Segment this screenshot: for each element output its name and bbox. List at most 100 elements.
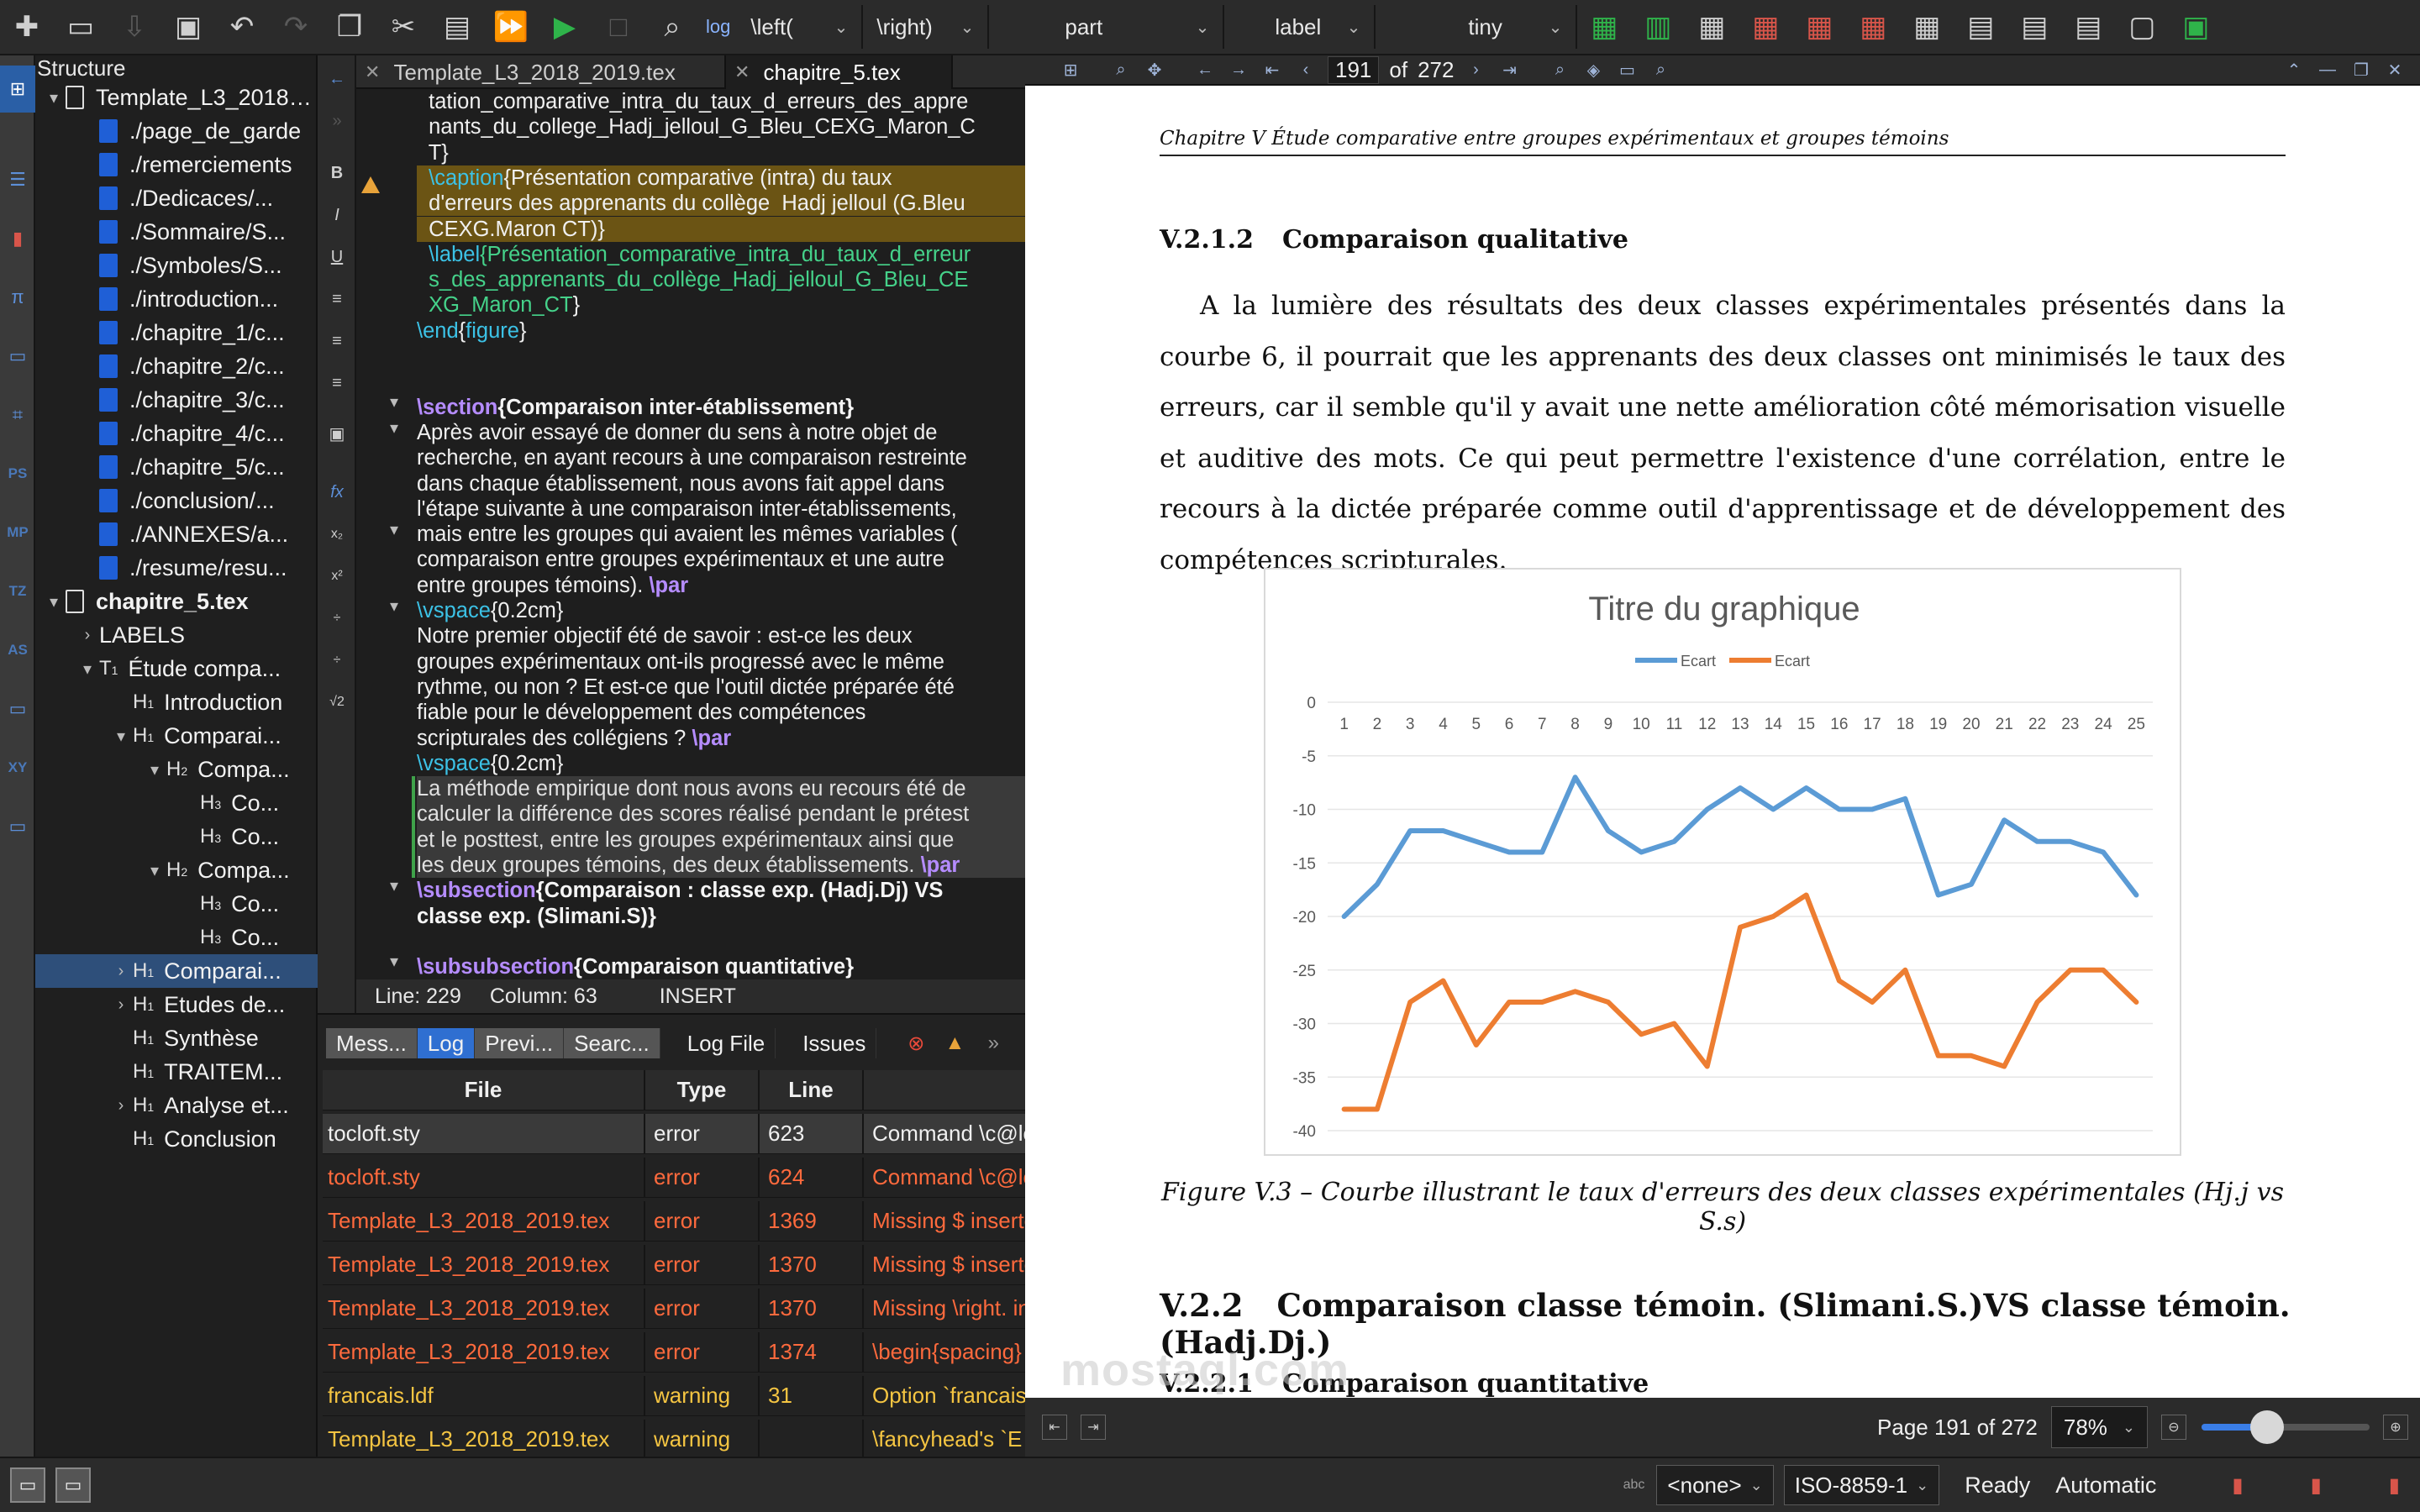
structure-item[interactable]: H1 Introduction	[35, 685, 318, 719]
undo-icon[interactable]: ↶	[220, 5, 264, 49]
code-line[interactable]: \subsubsection{Comparaison quantitative}	[417, 954, 1025, 979]
align-center-icon[interactable]: ≡	[318, 324, 356, 358]
sync-right-icon[interactable]: ⇥	[1081, 1415, 1106, 1440]
compile-icon[interactable]: ▶	[543, 5, 587, 49]
references-select[interactable]: label ⌄	[1224, 5, 1376, 49]
structure-item[interactable]: › H1 Etudes de...	[35, 988, 318, 1021]
code-line[interactable]: rythme, ou non ? Et est-ce que l'outil d…	[417, 675, 1025, 700]
new-file-icon[interactable]: ✚	[5, 5, 49, 49]
log-row[interactable]: tocloft.sty error 623 Command \c@lo	[323, 1114, 1025, 1154]
code-line[interactable]: d'erreurs des apprenants du collège Hadj…	[417, 191, 1025, 217]
fold-arrow-icon[interactable]: ▾	[390, 417, 398, 438]
zoom-in-icon[interactable]: ⌕	[1543, 60, 1576, 80]
code-line[interactable]: s_des_apprenants_du_collège_Hadj_jelloul…	[417, 267, 1025, 292]
zoom-slider[interactable]	[2202, 1410, 2370, 1444]
sync-left-icon[interactable]: ⇤	[1042, 1415, 1067, 1440]
code-line[interactable]: groupes expérimentaux ont-ils progressé …	[417, 649, 1025, 675]
dictionary-select[interactable]: <none> ⌄	[1656, 1465, 1774, 1505]
code-line[interactable]: entre groupes témoins). \par	[417, 573, 1025, 598]
pstricks-panel[interactable]: PS	[0, 450, 35, 497]
table-align-icon[interactable]: ▦	[1905, 5, 1949, 49]
xy-panel[interactable]: XY	[0, 744, 35, 791]
view-pdf-icon[interactable]: ⌕	[650, 5, 694, 49]
zoom-in-icon[interactable]: ⊕	[2383, 1415, 2408, 1440]
code-line[interactable]: Notre premier objectif été de savoir : e…	[417, 623, 1025, 648]
tab-search[interactable]: Searc...	[564, 1028, 660, 1058]
structure-item[interactable]: ./chapitre_5/c...	[35, 450, 318, 484]
zoom-icon[interactable]: ⌕	[1104, 60, 1138, 80]
back-icon[interactable]: ←	[1188, 60, 1222, 80]
collapse-icon[interactable]: ⌃	[2277, 60, 2311, 81]
code-line[interactable]: l'étape suivante à une comparaison inter…	[417, 496, 1025, 522]
image-icon[interactable]: ▣	[2174, 5, 2217, 49]
log-row[interactable]: Template_L3_2018_2019.tex error 1369 Missin…	[323, 1201, 1025, 1242]
bold-icon[interactable]: B	[318, 156, 356, 190]
fold-arrow-icon[interactable]: ▾	[390, 519, 398, 540]
table-clear-icon[interactable]: ▦	[1851, 5, 1895, 49]
search-icon[interactable]: ⌕	[1644, 60, 1677, 80]
table-delete-col-icon[interactable]: ▦	[1797, 5, 1841, 49]
tab-log-file[interactable]: Log File	[677, 1028, 776, 1058]
log-column-header[interactable]: Line	[760, 1070, 864, 1110]
restore-icon[interactable]: ❐	[2344, 60, 2378, 81]
tab-issues[interactable]: Issues	[792, 1028, 877, 1058]
pdf-viewer[interactable]: Chapitre V Étude comparative entre group…	[1025, 86, 2420, 1398]
spellcheck-icon[interactable]: abc	[1623, 1478, 1645, 1493]
code-line[interactable]	[417, 344, 1025, 369]
code-line[interactable]: recherche, en ayant recours à une compar…	[417, 445, 1025, 470]
table-delete-row-icon[interactable]: ▦	[1744, 5, 1787, 49]
structure-item[interactable]: H3 Co...	[35, 921, 318, 954]
bookmark-icon[interactable]: ▮	[2311, 1473, 2322, 1498]
close-file-icon[interactable]: ▣	[166, 5, 210, 49]
macros-panel-icon[interactable]: ▭	[0, 685, 35, 732]
code-line[interactable]: scripturales des collégiens ? \par	[417, 726, 1025, 751]
fit-icon[interactable]: ◈	[1576, 60, 1610, 81]
more-icon[interactable]: »	[979, 1029, 1007, 1058]
right-delimiter-select[interactable]: \right) ⌄	[863, 5, 990, 49]
text-icon[interactable]: ▤	[2066, 5, 2110, 49]
chevron-right-icon[interactable]: ›	[76, 626, 99, 645]
error-filter-icon[interactable]: ⊗	[902, 1029, 930, 1058]
structure-item[interactable]: H3 Co...	[35, 786, 318, 820]
structure-item[interactable]: ./Sommaire/S...	[35, 215, 318, 249]
page-icon[interactable]: ▭	[1610, 60, 1644, 81]
zoom-out-icon[interactable]: ⊖	[2161, 1415, 2186, 1440]
code-line[interactable]: fiable pour le développement des compéte…	[417, 700, 1025, 725]
code-line[interactable]: \caption{Présentation comparative (intra…	[417, 165, 1025, 192]
newline-icon[interactable]: ▣	[318, 417, 356, 450]
automatic-status[interactable]: Automatic	[2055, 1473, 2156, 1499]
open-folder-icon[interactable]: ▭	[59, 5, 103, 49]
comment-icon[interactable]: ▢	[2120, 5, 2164, 49]
table-columns-icon[interactable]: ▥	[1636, 5, 1680, 49]
structure-item[interactable]: H3 Co...	[35, 820, 318, 853]
chevron-down-icon[interactable]: ▾	[143, 759, 166, 780]
code-line[interactable]: T}	[417, 140, 1025, 165]
first-page-icon[interactable]: ⇤	[1255, 60, 1289, 81]
superscript-icon[interactable]: x²	[318, 559, 356, 593]
toggle-structure-icon[interactable]: ▭	[10, 1467, 45, 1503]
code-line[interactable]: \vspace{0.2cm}	[417, 598, 1025, 623]
structure-item[interactable]: H1 Synthèse	[35, 1021, 318, 1055]
code-line[interactable]: dans chaque établissement, nous avons fa…	[417, 471, 1025, 496]
asymptote-panel[interactable]: AS	[0, 627, 35, 674]
log-row[interactable]: Template_L3_2018_2019.tex error 1374 \begin…	[323, 1332, 1025, 1373]
code-line[interactable]: calculer la différence des scores réalis…	[417, 801, 1025, 827]
code-line[interactable]: Après avoir essayé de donner du sens à n…	[417, 420, 1025, 445]
structure-item[interactable]: ./ANNEXES/a...	[35, 517, 318, 551]
arrow-left-icon[interactable]: ←	[318, 62, 356, 96]
matrix-panel-icon[interactable]: ⌗	[0, 391, 35, 438]
code-line[interactable]: \vspace{0.2cm}	[417, 751, 1025, 776]
structure-item[interactable]: ./chapitre_1/c...	[35, 316, 318, 349]
chevron-down-icon[interactable]: ▾	[76, 659, 99, 680]
bookmark-icon[interactable]: ▮	[2389, 1473, 2400, 1498]
prev-page-icon[interactable]: ‹	[1289, 60, 1323, 80]
toggle-messages-icon[interactable]: ▭	[55, 1467, 91, 1503]
save-icon[interactable]: ⇩	[113, 5, 156, 49]
close-tab-icon[interactable]: ✕	[734, 61, 750, 83]
chevron-right-icon[interactable]: ›	[109, 1096, 133, 1116]
structure-item[interactable]: ./Symboles/S...	[35, 249, 318, 282]
subscript-icon[interactable]: x₂	[318, 517, 356, 551]
code-line[interactable]: CEXG.Maron CT)}	[417, 216, 1025, 242]
log-column-header[interactable]: Type	[645, 1070, 760, 1110]
code-line[interactable]: XG_Maron_CT}	[417, 292, 1025, 318]
